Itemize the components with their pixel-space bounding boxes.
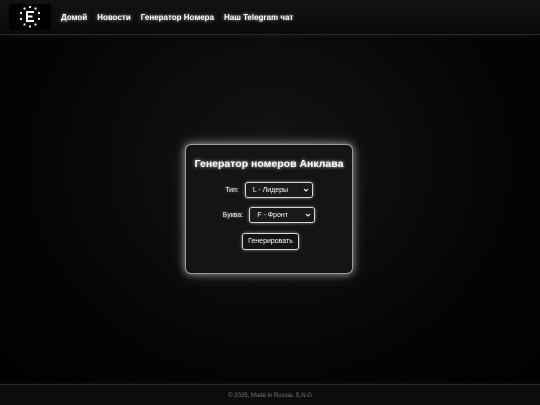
letter-select-value: F - Фронт (257, 211, 288, 219)
type-select[interactable]: L - Лидеры (244, 182, 313, 198)
footer-copyright: © 2025, Made in Russia, S.N.G (228, 392, 312, 399)
generator-title: Генератор номеров Анклава (194, 158, 344, 170)
chevron-down-icon (303, 188, 309, 192)
letter-label: Буква: (222, 211, 244, 219)
nav-home[interactable]: Домой (61, 13, 87, 22)
nav-telegram-chat[interactable]: Наш Telegram чат (224, 13, 293, 22)
footer: © 2025, Made in Russia, S.N.G (0, 384, 540, 405)
type-label: Тип: (225, 186, 239, 194)
generator-card: Генератор номеров Анклава Тип: L - Лидер… (185, 144, 353, 274)
main-nav: Домой Новости Генератор Номера Наш Teleg… (61, 0, 293, 34)
type-select-value: L - Лидеры (252, 186, 289, 194)
header: Домой Новости Генератор Номера Наш Teleg… (0, 0, 540, 35)
letter-row: Буква: F - Фронт (186, 207, 352, 223)
letter-select[interactable]: F - Фронт (249, 207, 316, 223)
nav-number-generator[interactable]: Генератор Номера (141, 13, 214, 22)
page: Домой Новости Генератор Номера Наш Teleg… (0, 0, 540, 405)
chevron-down-icon (305, 213, 311, 217)
nav-news[interactable]: Новости (97, 13, 131, 22)
generate-button[interactable]: Генерировать (242, 233, 299, 250)
type-row: Тип: L - Лидеры (186, 182, 352, 198)
enclave-e-stars-icon[interactable] (9, 4, 51, 30)
